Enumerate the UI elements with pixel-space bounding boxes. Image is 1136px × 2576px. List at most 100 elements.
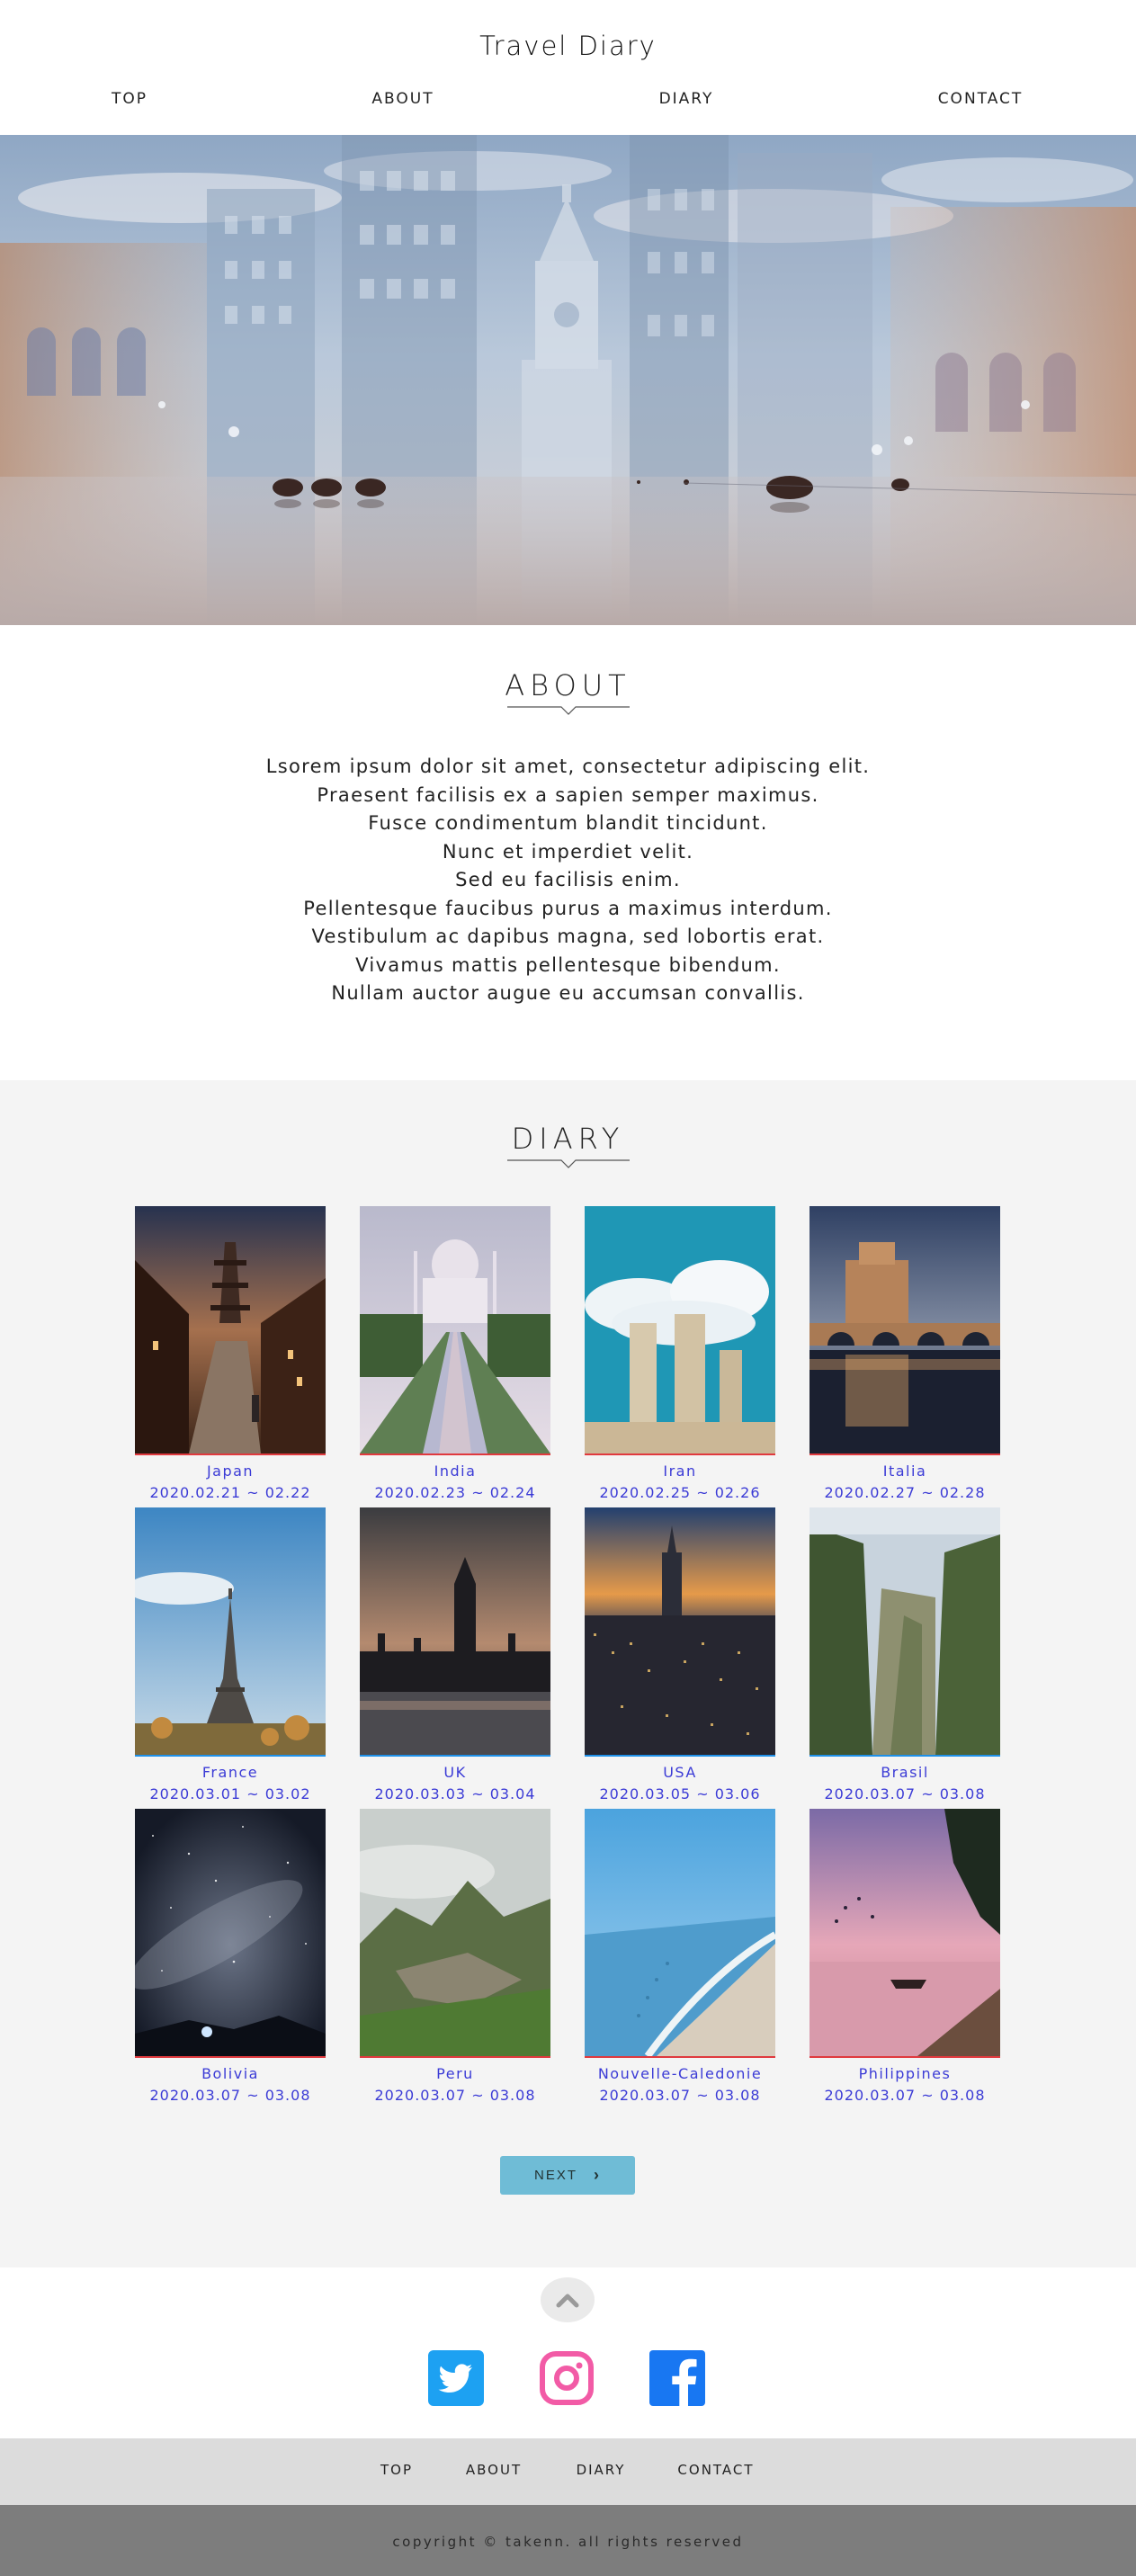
card-date: 2020.03.07 ~ 03.08 <box>149 2087 311 2104</box>
next-button[interactable]: NEXT › <box>500 2156 635 2195</box>
instagram-icon[interactable] <box>539 2350 595 2406</box>
about-text: Lsorem ipsum dolor sit amet, consectetur… <box>0 753 1136 1008</box>
about-line: Lsorem ipsum dolor sit amet, consectetur… <box>265 756 871 777</box>
diary-title: DIARY <box>511 1122 625 1156</box>
title-underline <box>506 1159 630 1168</box>
diary-card-india[interactable]: India 2020.02.23 ~ 02.24 <box>360 1206 550 1501</box>
about-section: ABOUT Lsorem ipsum dolor sit amet, conse… <box>0 625 1136 1080</box>
card-bar <box>810 2056 1000 2058</box>
bolivia-photo[interactable] <box>135 1809 326 2056</box>
brasil-photo[interactable] <box>810 1507 1000 1755</box>
card-date: 2020.02.27 ~ 02.28 <box>824 1484 986 1501</box>
site-header: Travel Diary TOP ABOUT DIARY CONTACT <box>0 0 1136 135</box>
card-bar <box>360 2056 550 2058</box>
card-bar <box>135 1453 326 1455</box>
about-line: Vestibulum ac dapibus magna, sed loborti… <box>311 926 825 947</box>
card-date: 2020.02.23 ~ 02.24 <box>374 1484 536 1501</box>
card-date: 2020.02.21 ~ 02.22 <box>149 1484 311 1501</box>
card-date: 2020.03.03 ~ 03.04 <box>374 1785 536 1802</box>
nav-about[interactable]: ABOUT <box>371 90 434 108</box>
diary-card-brasil[interactable]: Brasil 2020.03.07 ~ 03.08 <box>810 1507 1000 1802</box>
card-bar <box>135 1755 326 1757</box>
about-line: Nullam auctor augue eu accumsan convalli… <box>331 982 805 1004</box>
nouvelle-caledonie-photo[interactable] <box>585 1809 775 2056</box>
card-date: 2020.03.07 ~ 03.08 <box>824 2087 986 2104</box>
card-date: 2020.03.07 ~ 03.08 <box>824 1785 986 1802</box>
about-line: Pellentesque faucibus purus a maximus in… <box>303 897 833 919</box>
chevron-up-icon <box>556 2294 579 2308</box>
card-place[interactable]: Brasil <box>792 1764 1018 1781</box>
card-bar <box>810 1755 1000 1757</box>
card-place[interactable]: Philippines <box>792 2065 1018 2082</box>
peru-photo[interactable] <box>360 1809 550 2056</box>
card-bar <box>585 1755 775 1757</box>
about-line: Praesent facilisis ex a sapien semper ma… <box>317 783 819 806</box>
diary-card-iran[interactable]: Iran 2020.02.25 ~ 02.26 <box>585 1206 775 1501</box>
footer-nav: TOP ABOUT DIARY CONTACT <box>0 2438 1136 2505</box>
nav-diary[interactable]: DIARY <box>659 90 714 108</box>
card-date: 2020.02.25 ~ 02.26 <box>599 1484 761 1501</box>
site-title[interactable]: Travel Diary <box>0 31 1136 61</box>
next-label: NEXT <box>533 2168 577 2183</box>
japan-photo[interactable] <box>135 1206 326 1453</box>
title-underline <box>506 706 630 715</box>
card-bar <box>360 1755 550 1757</box>
card-place[interactable]: India <box>342 1462 568 1480</box>
card-place[interactable]: USA <box>567 1764 793 1781</box>
diary-card-uk[interactable]: UK 2020.03.03 ~ 03.04 <box>360 1507 550 1802</box>
card-place[interactable]: Nouvelle-Caledonie <box>567 2065 793 2082</box>
card-place[interactable]: Bolivia <box>117 2065 344 2082</box>
italia-photo[interactable] <box>810 1206 1000 1453</box>
facebook-icon[interactable] <box>649 2350 705 2406</box>
india-photo[interactable] <box>360 1206 550 1453</box>
main-nav: TOP ABOUT DIARY CONTACT <box>0 90 1136 113</box>
card-place[interactable]: France <box>117 1764 344 1781</box>
copyright-text: copyright © takenn. all rights reserved <box>392 2534 744 2550</box>
social-section <box>0 2267 1136 2438</box>
nav-top[interactable]: TOP <box>112 90 148 108</box>
france-photo[interactable] <box>135 1507 326 1755</box>
card-bar <box>810 1453 1000 1455</box>
diary-card-bolivia[interactable]: Bolivia 2020.03.07 ~ 03.08 <box>135 1809 326 2104</box>
footer-nav-top[interactable]: TOP <box>380 2462 413 2478</box>
card-place[interactable]: Peru <box>342 2065 568 2082</box>
scroll-top-button[interactable] <box>541 2277 595 2322</box>
philippines-photo[interactable] <box>810 1809 1000 2056</box>
chevron-right-icon: › <box>594 2166 601 2184</box>
card-place[interactable]: Iran <box>567 1462 793 1480</box>
about-line: Sed eu facilisis enim. <box>455 869 681 890</box>
usa-photo[interactable] <box>585 1507 775 1755</box>
card-bar <box>585 2056 775 2058</box>
card-place[interactable]: UK <box>342 1764 568 1781</box>
card-place[interactable]: Italia <box>792 1462 1018 1480</box>
card-bar <box>585 1453 775 1455</box>
card-date: 2020.03.05 ~ 03.06 <box>599 1785 761 1802</box>
footer-nav-diary[interactable]: DIARY <box>577 2462 626 2478</box>
diary-card-france[interactable]: France 2020.03.01 ~ 03.02 <box>135 1507 326 1802</box>
card-bar <box>135 2056 326 2058</box>
diary-section: DIARY Japan 2020.02.21 ~ 02.22 India 202… <box>0 1080 1136 2267</box>
about-line: Vivamus mattis pellentesque bibendum. <box>355 953 781 976</box>
uk-photo[interactable] <box>360 1507 550 1755</box>
about-line: Fusce condimentum blandit tincidunt. <box>368 812 768 834</box>
twitter-icon[interactable] <box>428 2350 484 2406</box>
iran-photo[interactable] <box>585 1206 775 1453</box>
about-title: ABOUT <box>505 668 631 702</box>
nav-contact[interactable]: CONTACT <box>938 90 1024 108</box>
diary-card-italia[interactable]: Italia 2020.02.27 ~ 02.28 <box>810 1206 1000 1501</box>
diary-card-usa[interactable]: USA 2020.03.05 ~ 03.06 <box>585 1507 775 1802</box>
footer-nav-contact[interactable]: CONTACT <box>677 2462 754 2478</box>
diary-card-philippines[interactable]: Philippines 2020.03.07 ~ 03.08 <box>810 1809 1000 2104</box>
card-date: 2020.03.01 ~ 03.02 <box>149 1785 311 1802</box>
about-line: Nunc et imperdiet velit. <box>442 840 694 863</box>
diary-card-peru[interactable]: Peru 2020.03.07 ~ 03.08 <box>360 1809 550 2104</box>
diary-card-nouvelle-caledonie[interactable]: Nouvelle-Caledonie 2020.03.07 ~ 03.08 <box>585 1809 775 2104</box>
diary-grid: Japan 2020.02.21 ~ 02.22 India 2020.02.2… <box>0 1206 1136 2106</box>
copyright-bar: copyright © takenn. all rights reserved <box>0 2505 1136 2576</box>
footer-nav-about[interactable]: ABOUT <box>466 2462 522 2478</box>
card-place[interactable]: Japan <box>117 1462 344 1480</box>
hero-image <box>0 135 1136 625</box>
card-bar <box>360 1453 550 1455</box>
diary-card-japan[interactable]: Japan 2020.02.21 ~ 02.22 <box>135 1206 326 1501</box>
card-date: 2020.03.07 ~ 03.08 <box>374 2087 536 2104</box>
